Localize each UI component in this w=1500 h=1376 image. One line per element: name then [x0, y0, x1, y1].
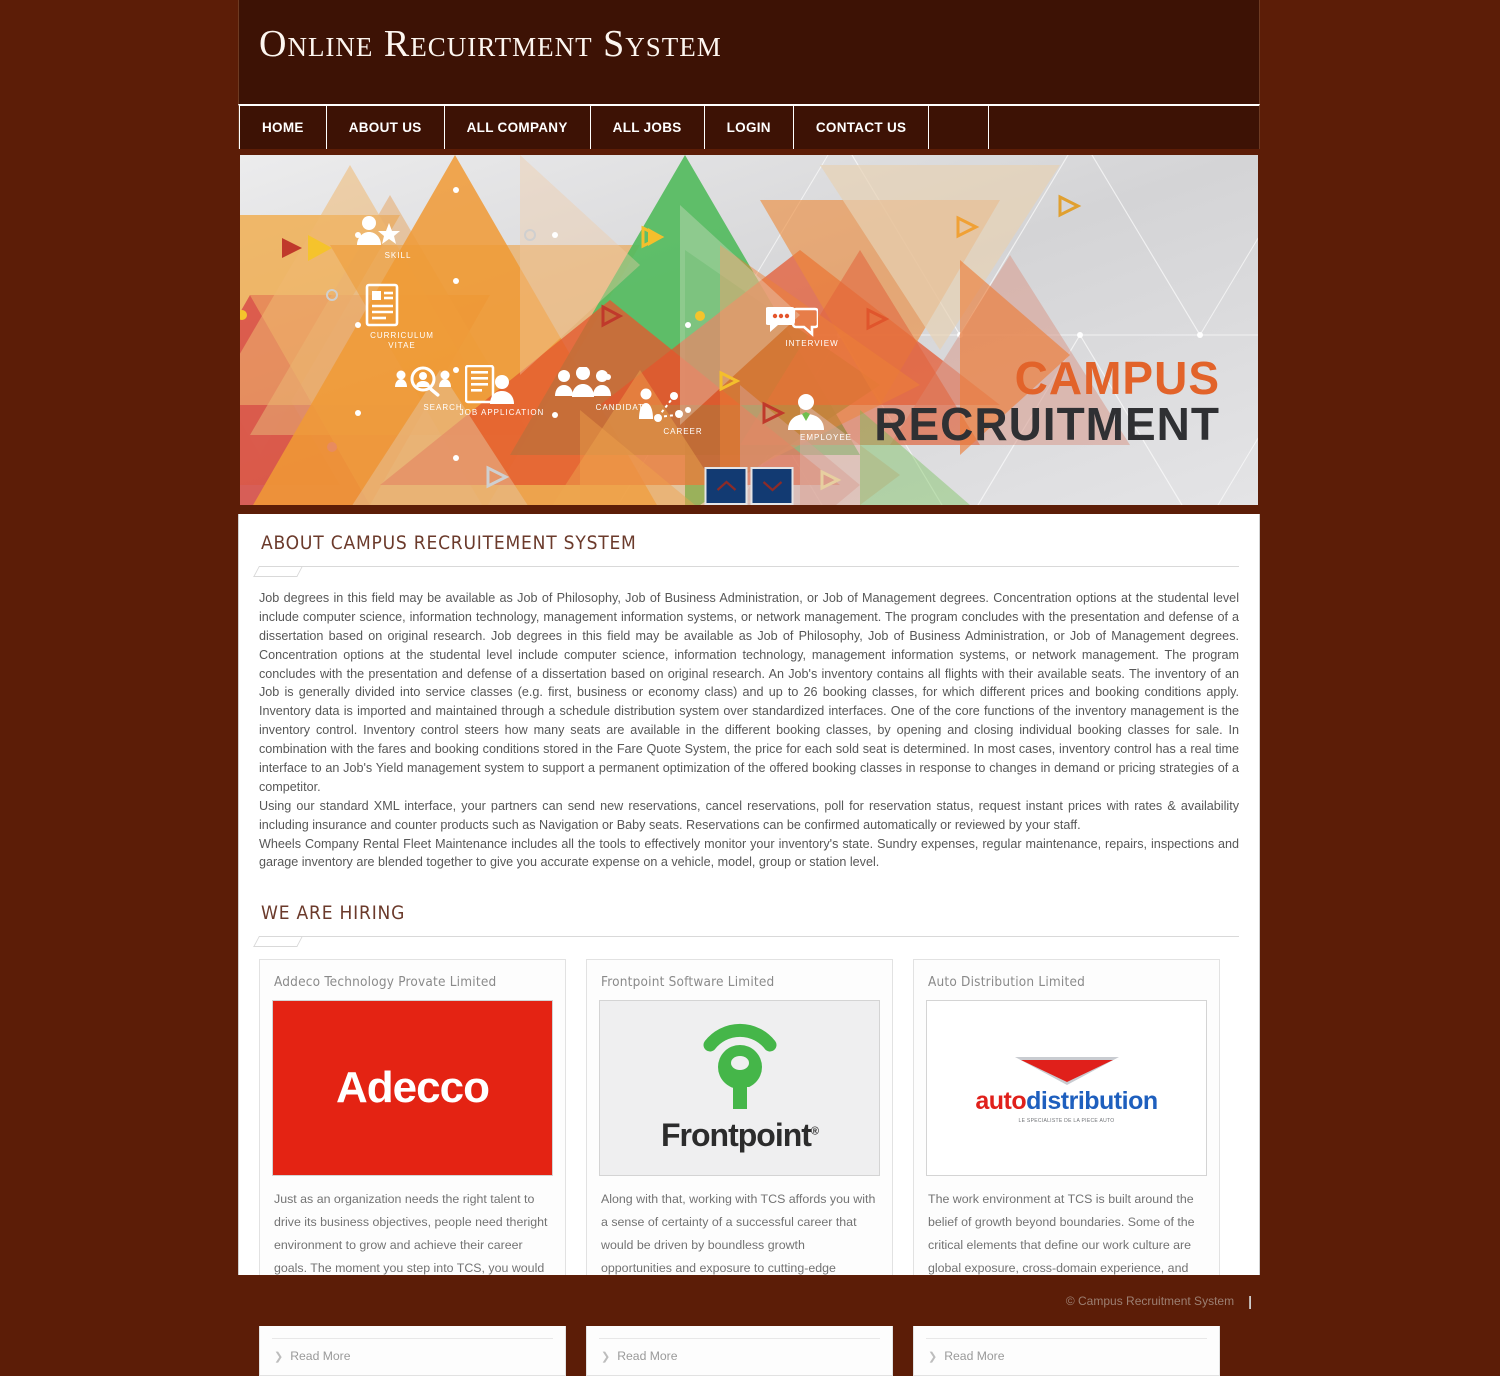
nav-item-contact-us[interactable]: CONTACT US: [794, 106, 930, 149]
adecco-logo-text: Adecco: [336, 1063, 490, 1113]
nav-item-all-jobs[interactable]: ALL JOBS: [591, 106, 705, 149]
chevron-right-icon: ❯: [601, 1350, 611, 1363]
chevron-right-icon: ❯: [274, 1350, 284, 1363]
frontpoint-logo-text: Frontpoint®: [660, 1116, 819, 1153]
site-footer: © Campus Recruitment System |: [0, 1275, 1500, 1326]
nav-item-home[interactable]: HOME: [239, 106, 327, 149]
main-content: ABOUT CAMPUS RECRUITEMENT SYSTEM Job deg…: [238, 514, 1260, 1376]
autodistribution-word-auto: auto: [975, 1086, 1027, 1115]
nav-list: HOME ABOUT US ALL COMPANY ALL JOBS LOGIN…: [239, 106, 1259, 149]
footer-separator: |: [1248, 1292, 1252, 1309]
about-section-divider: [259, 566, 1239, 567]
nav-item-about-us[interactable]: ABOUT US: [327, 106, 445, 149]
job-application-label: JOB APPLICATION: [459, 408, 545, 417]
about-paragraph-2: Using our standard XML interface, your p…: [259, 798, 1239, 832]
site-header: Online Recuirtment System: [238, 0, 1260, 104]
about-section-body: Job degrees in this field may be availab…: [259, 589, 1239, 872]
slider-controls: [704, 467, 794, 505]
red-triangle-icon: [1014, 1056, 1119, 1085]
banner-artwork: [240, 155, 1258, 505]
banner-headline: CAMPUS RECRUITMENT: [874, 355, 1220, 447]
autodistribution-wordmark: auto distribution: [975, 1086, 1158, 1116]
company-card-footer: ❯ Read More: [926, 1337, 1207, 1375]
skill-label: SKILL: [384, 251, 412, 260]
autodistribution-logo: auto distribution Le specialiste de la pi…: [927, 1001, 1206, 1176]
page-root: Online Recuirtment System HOME ABOUT US …: [0, 0, 1500, 1376]
company-logo-frame: auto distribution Le specialiste de la pi…: [926, 1000, 1207, 1177]
company-card-title: Addeco Technology Provate Limited: [274, 974, 497, 991]
chevron-right-icon: ❯: [928, 1350, 938, 1363]
about-section-heading: ABOUT CAMPUS RECRUITEMENT SYSTEM: [261, 532, 637, 554]
read-more-link[interactable]: ❯ Read More: [928, 1349, 1005, 1363]
slider-prev-button[interactable]: [704, 467, 748, 505]
company-logo-frame: Frontpoint®: [599, 1000, 880, 1177]
nav-item-login[interactable]: LOGIN: [705, 106, 794, 149]
career-label: CAREER: [663, 427, 703, 436]
main-navigation: HOME ABOUT US ALL COMPANY ALL JOBS LOGIN…: [238, 104, 1260, 149]
autodistribution-tagline: Le specialiste de la piece auto: [1018, 1117, 1115, 1124]
read-more-label: Read More: [290, 1349, 351, 1364]
banner-headline-bottom: RECRUITMENT: [874, 398, 1220, 450]
chevron-up-icon: [716, 480, 736, 491]
page-title: Online Recuirtment System: [259, 23, 722, 65]
frontpoint-logo: Frontpoint®: [600, 1001, 879, 1176]
interview-label: INTERVIEW: [785, 339, 839, 348]
footer-content: © Campus Recruitment System |: [238, 1275, 1260, 1326]
slider-next-button[interactable]: [750, 467, 794, 505]
about-paragraph-1: Job degrees in this field may be availab…: [259, 591, 1239, 794]
read-more-link[interactable]: ❯ Read More: [601, 1349, 678, 1363]
curriculum-vitae-label: CURRICULUM VITAE: [370, 331, 434, 350]
hero-banner-slider[interactable]: SKILL SEARCH CANDIDATE CURRICULUM VITAE …: [240, 155, 1258, 505]
footer-copyright: © Campus Recruitment System: [1065, 1293, 1235, 1308]
hiring-section-divider: [259, 936, 1239, 938]
banner-headline-top: CAMPUS: [1014, 352, 1220, 404]
frontpoint-key-icon: [703, 1023, 776, 1109]
read-more-label: Read More: [944, 1349, 1005, 1364]
autodistribution-word-distribution: distribution: [1026, 1086, 1158, 1115]
company-card-title: Frontpoint Software Limited: [601, 974, 775, 991]
read-more-label: Read More: [617, 1349, 678, 1364]
read-more-link[interactable]: ❯ Read More: [274, 1349, 351, 1363]
nav-item-all-company[interactable]: ALL COMPANY: [445, 106, 591, 149]
nav-filler: [929, 106, 990, 149]
company-card-title: Auto Distribution Limited: [928, 974, 1086, 991]
company-card-footer: ❯ Read More: [272, 1337, 553, 1375]
employee-label: EMPLOYEE: [799, 433, 852, 442]
adecco-logo: Adecco: [273, 1001, 552, 1176]
company-card-footer: ❯ Read More: [599, 1337, 880, 1375]
about-paragraph-3: Wheels Company Rental Fleet Maintenance …: [259, 836, 1239, 870]
company-logo-frame: Adecco: [272, 1000, 553, 1177]
chevron-down-icon: [762, 481, 782, 492]
hiring-section-heading: WE ARE HIRING: [261, 902, 406, 925]
